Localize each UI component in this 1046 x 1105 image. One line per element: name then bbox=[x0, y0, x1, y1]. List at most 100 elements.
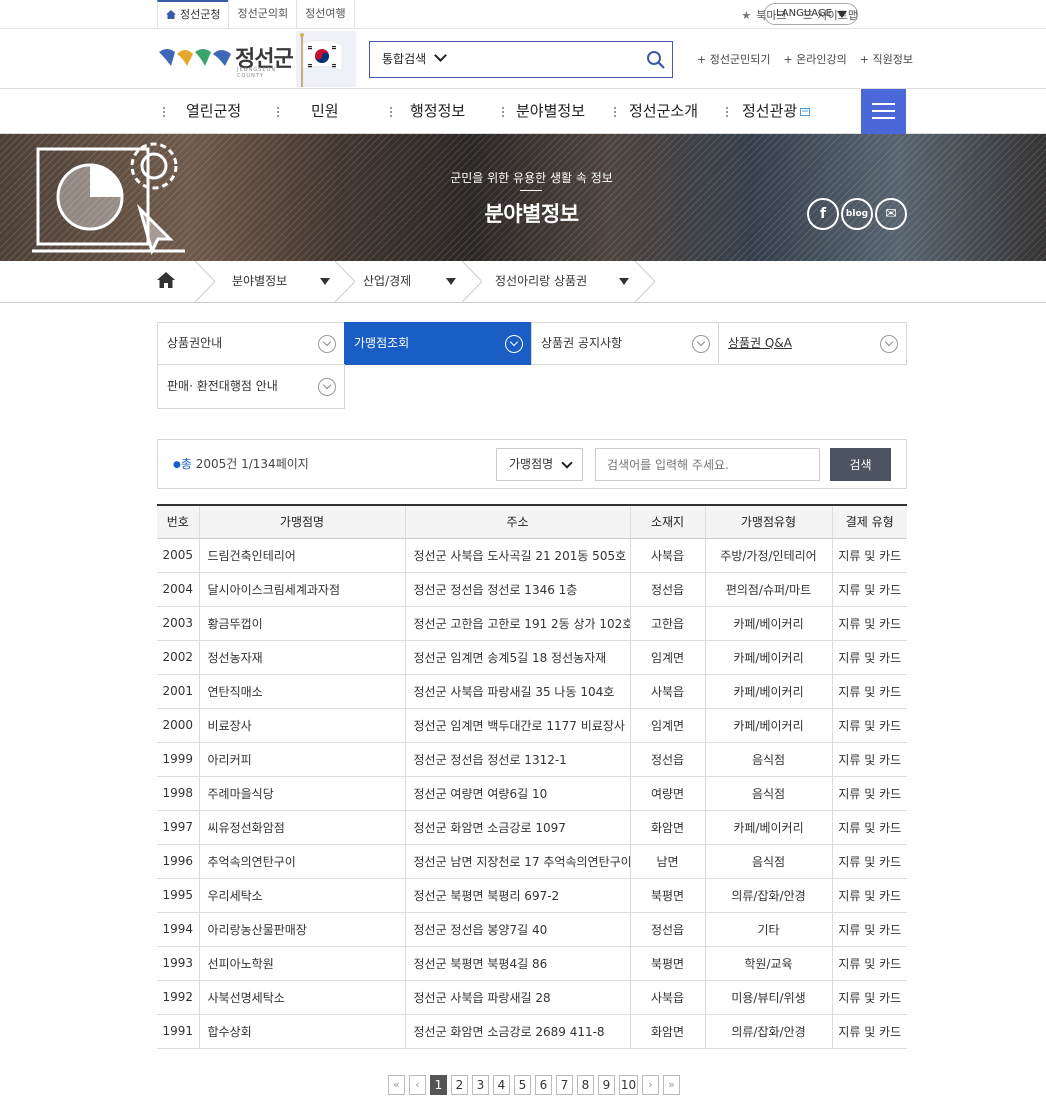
search-button[interactable]: 검색 bbox=[830, 448, 891, 481]
mail-icon[interactable]: ✉ bbox=[875, 198, 907, 230]
table-cell: 정선군 화암면 소금강로 1097 bbox=[404, 810, 630, 845]
home-icon[interactable] bbox=[157, 272, 175, 288]
page-button[interactable]: 9 bbox=[598, 1075, 615, 1095]
table-row[interactable]: 2000 비료장사 정선군 임계면 백두대간로 1177 비료장사 임계면 카페/베이커… bbox=[157, 708, 907, 743]
nav-item-admin-info[interactable]: 행정정보 bbox=[410, 89, 465, 133]
tab-certificate-qna[interactable]: 상품권 Q&A bbox=[718, 322, 907, 365]
nav-divider bbox=[726, 107, 728, 117]
tab-merchant-search[interactable]: 가맹점조회 bbox=[344, 322, 532, 365]
table-row[interactable]: 1993 선피아노학원 정선군 북평면 북평4길 86 북평면 학원/교육 지류 및 카드 bbox=[157, 946, 907, 981]
page-button-current[interactable]: 1 bbox=[430, 1075, 447, 1095]
page-button[interactable]: 7 bbox=[556, 1075, 573, 1095]
table-cell[interactable]: 연탄직매소 bbox=[198, 674, 405, 709]
triangle-down-icon bbox=[837, 11, 847, 18]
header-links: + 정선군민되기 + 온라인강의 + 직원정보 bbox=[697, 29, 913, 89]
logo[interactable]: 정선군 JEONGSEON COUNTY bbox=[157, 41, 294, 79]
table-cell: 음식점 bbox=[704, 742, 832, 777]
page-button[interactable]: 4 bbox=[493, 1075, 510, 1095]
site-tab-council[interactable]: 정선군의회 bbox=[228, 0, 296, 29]
table-cell[interactable]: 합수상회 bbox=[198, 1014, 405, 1049]
nav-item-field-info[interactable]: 분야별정보 bbox=[516, 89, 585, 133]
table-cell[interactable]: 아리커피 bbox=[198, 742, 405, 777]
flag-icon bbox=[296, 31, 356, 87]
table-cell: 1997 bbox=[157, 810, 199, 845]
table-cell: 지류 및 카드 bbox=[831, 1014, 907, 1049]
site-tab-county-office[interactable]: 정선군청 bbox=[157, 0, 229, 29]
tab-certificate-guide[interactable]: 상품권안내 bbox=[157, 322, 345, 365]
facebook-icon[interactable]: f bbox=[807, 198, 839, 230]
nav-divider bbox=[163, 107, 165, 117]
table-cell[interactable]: 황금뚜껍이 bbox=[198, 606, 405, 641]
table-cell: 1995 bbox=[157, 878, 199, 913]
nav-item-about-jeongseon[interactable]: 정선군소개 bbox=[629, 89, 698, 133]
tab-sales-exchange-agent[interactable]: 판매· 환전대행점 안내 bbox=[157, 364, 345, 409]
table-row[interactable]: 2002 정선농자재 정선군 임계면 송계5길 18 정선농자재 임계면 카페/베이커리… bbox=[157, 640, 907, 675]
header-link-become-resident[interactable]: + 정선군민되기 bbox=[697, 51, 770, 67]
page-button[interactable]: 2 bbox=[451, 1075, 468, 1095]
table-row[interactable]: 1994 아리랑농산물판매장 정선군 정선읍 봉양7길 40 정선읍 기타 지류 및 카드 bbox=[157, 912, 907, 947]
site-tab-travel[interactable]: 정선여행 bbox=[296, 0, 355, 29]
search-scope-select[interactable]: 통합검색 bbox=[382, 42, 448, 77]
table-row[interactable]: 1991 합수상회 정선군 화암면 소금강로 2689 411-8 화암면 의류/잡화/… bbox=[157, 1014, 907, 1049]
tab-label: 가맹점조회 bbox=[354, 336, 410, 350]
table-row[interactable]: 2003 황금뚜껍이 정선군 고한읍 고한로 191 2동 상가 102호 고한읍 카페… bbox=[157, 606, 907, 641]
header-link-online-lecture[interactable]: + 온라인강의 bbox=[783, 51, 846, 67]
table-cell[interactable]: 씨유정선화암점 bbox=[198, 810, 405, 845]
table-cell: 카페/베이커리 bbox=[704, 640, 832, 675]
table-cell[interactable]: 비료장사 bbox=[198, 708, 405, 743]
table-row[interactable]: 1997 씨유정선화암점 정선군 화암면 소금강로 1097 화암면 카페/베이커리 지류… bbox=[157, 810, 907, 845]
table-cell[interactable]: 정선농자재 bbox=[198, 640, 405, 675]
table-cell[interactable]: 선피아노학원 bbox=[198, 946, 405, 981]
first-page-button[interactable]: « bbox=[388, 1075, 405, 1095]
table-cell: 1993 bbox=[157, 946, 199, 981]
search-field-select[interactable]: 가맹점명 bbox=[496, 448, 583, 481]
last-page-button[interactable]: » bbox=[663, 1075, 680, 1095]
nav-divider bbox=[502, 107, 504, 117]
table-row[interactable]: 1992 사북선명세탁소 정선군 사북읍 파랑새길 28 사북읍 미용/뷰티/위생 지류 … bbox=[157, 980, 907, 1015]
table-row[interactable]: 1996 추억속의연탄구이 정선군 남면 지장천로 17 추억속의연탄구이 남면 음식점… bbox=[157, 844, 907, 879]
table-row[interactable]: 1998 주례마을식당 정선군 여량면 여량6길 10 여량면 음식점 지류 및 카드 bbox=[157, 776, 907, 811]
table-cell[interactable]: 추억속의연탄구이 bbox=[198, 844, 405, 879]
table-row[interactable]: 1995 우리세탁소 정선군 북평면 북평리 697-2 북평면 의류/잡화/안경 지류 … bbox=[157, 878, 907, 913]
nav-item-tourism[interactable]: 정선관광 bbox=[742, 89, 811, 133]
triangle-down-icon[interactable] bbox=[446, 278, 456, 285]
table-row[interactable]: 2004 달시아이스크림세계과자점 정선군 정선읍 정선로 1346 1층 정선읍 편의… bbox=[157, 572, 907, 607]
table-cell: 지류 및 카드 bbox=[831, 572, 907, 607]
next-page-button[interactable]: › bbox=[642, 1075, 659, 1095]
table-row[interactable]: 1999 아리커피 정선군 정선읍 정선로 1312-1 정선읍 음식점 지류 및 카드 bbox=[157, 742, 907, 777]
search-icon[interactable] bbox=[646, 50, 666, 70]
table-cell[interactable]: 드림건축인테리어 bbox=[198, 538, 405, 573]
triangle-down-icon[interactable] bbox=[619, 278, 629, 285]
table-row[interactable]: 2001 연탄직매소 정선군 사북읍 파랑새길 35 나동 104호 사북읍 카페/베이… bbox=[157, 674, 907, 709]
table-cell[interactable]: 달시아이스크림세계과자점 bbox=[198, 572, 405, 607]
all-menu-button[interactable] bbox=[861, 89, 906, 134]
page-button[interactable]: 10 bbox=[619, 1075, 638, 1095]
breadcrumb-item-field-info[interactable]: 분야별정보 bbox=[232, 261, 287, 302]
table-cell: 1994 bbox=[157, 912, 199, 947]
site-tab-label: 정선군의회 bbox=[237, 7, 289, 20]
breadcrumb-separator-icon bbox=[635, 261, 655, 302]
table-cell[interactable]: 우리세탁소 bbox=[198, 878, 405, 913]
page-button[interactable]: 5 bbox=[514, 1075, 531, 1095]
nav-item-open-government[interactable]: 열린군정 bbox=[186, 89, 241, 133]
nav-item-civil-service[interactable]: 민원 bbox=[311, 89, 339, 133]
table-row[interactable]: 2005 드림건축인테리어 정선군 사북읍 도사곡길 21 201동 505호 사북읍… bbox=[157, 538, 907, 573]
blog-icon[interactable]: blog bbox=[841, 198, 873, 230]
page-button[interactable]: 3 bbox=[472, 1075, 489, 1095]
table-cell[interactable]: 아리랑농산물판매장 bbox=[198, 912, 405, 947]
table-cell[interactable]: 사북선명세탁소 bbox=[198, 980, 405, 1015]
header-link-staff-info[interactable]: + 직원정보 bbox=[860, 51, 913, 67]
table-cell: 정선군 정선읍 봉양7길 40 bbox=[404, 912, 630, 947]
table-cell[interactable]: 주례마을식당 bbox=[198, 776, 405, 811]
breadcrumb-item-industry[interactable]: 산업/경제 bbox=[363, 261, 411, 302]
language-button[interactable]: LANGUAGE bbox=[764, 3, 858, 25]
prev-page-button[interactable]: ‹ bbox=[409, 1075, 426, 1095]
breadcrumb-item-gift-certificate[interactable]: 정선아리랑 상품권 bbox=[495, 261, 587, 302]
page-button[interactable]: 8 bbox=[577, 1075, 594, 1095]
triangle-down-icon[interactable] bbox=[320, 278, 330, 285]
search-input[interactable] bbox=[595, 448, 820, 481]
page-button[interactable]: 6 bbox=[535, 1075, 552, 1095]
tab-certificate-notice[interactable]: 상품권 공지사항 bbox=[531, 322, 719, 365]
search-panel: ●총 2005건 1/134페이지 가맹점명 검색 bbox=[157, 439, 907, 489]
hamburger-icon bbox=[872, 117, 895, 119]
